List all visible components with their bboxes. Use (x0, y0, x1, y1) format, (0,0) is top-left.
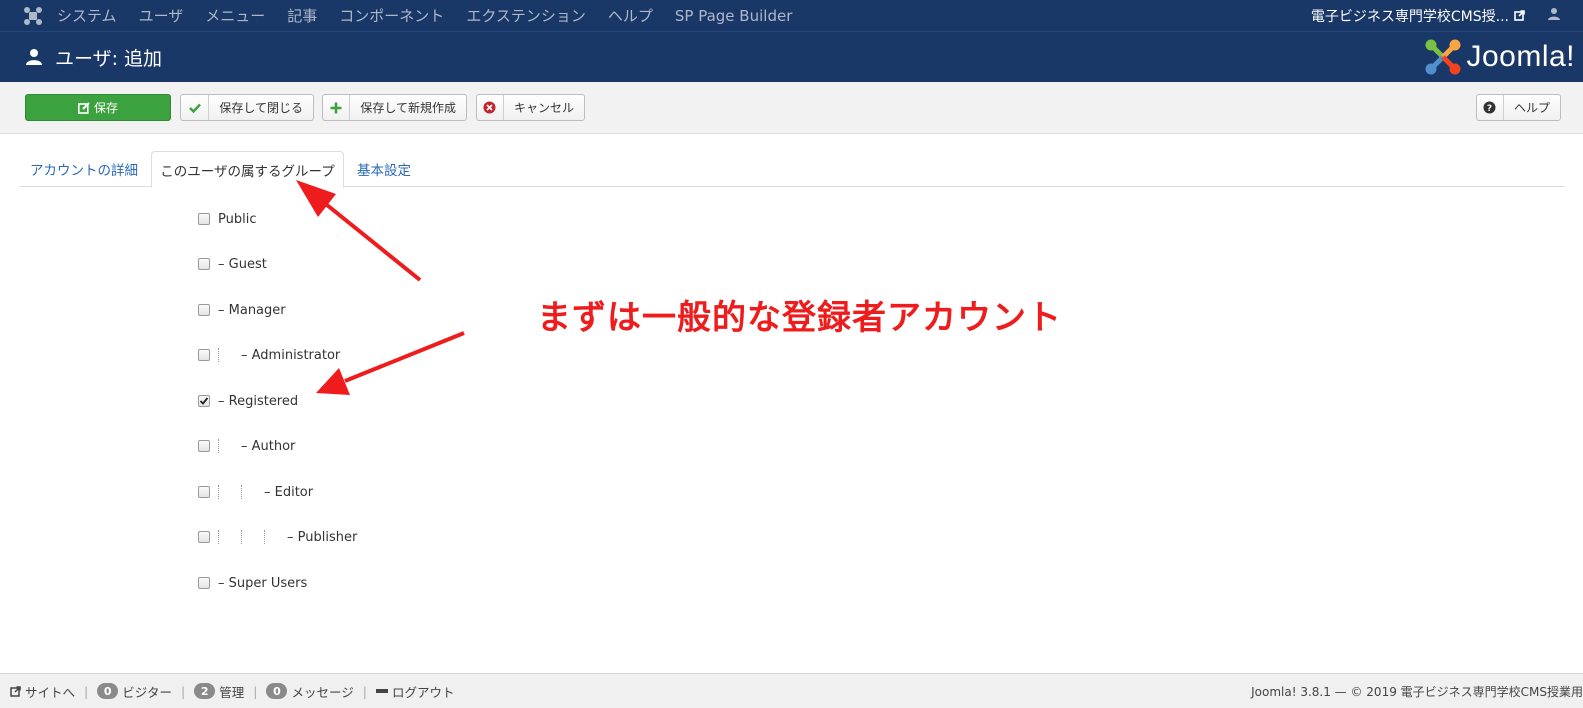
cancel-button[interactable]: キャンセル (476, 94, 585, 121)
status-bar: サイトへ | 0 ビジター | 2 管理 | 0 メッセージ | ログアウト J… (0, 673, 1583, 708)
joomla-wordmark: Joomla! (1466, 40, 1575, 73)
tree-indent (241, 530, 242, 544)
save-close-label: 保存して閉じる (219, 101, 303, 115)
edit-icon (77, 101, 90, 114)
joomla-logo-icon (1425, 39, 1461, 75)
cancel-label: キャンセル (513, 101, 574, 115)
toolbar: 保存 保存して閉じる 保存して新規作成 キャンセル ? ヘルプ (0, 82, 1583, 134)
logout-link[interactable]: ログアウト (375, 682, 455, 701)
admins-status[interactable]: 2 管理 (194, 682, 244, 701)
user-menu-icon[interactable] (1547, 7, 1561, 21)
visitors-label: ビジター (122, 684, 172, 700)
menu-sp-page-builder[interactable]: SP Page Builder (675, 7, 792, 25)
cancel-icon (483, 101, 496, 114)
tree-indent (241, 485, 242, 499)
tab-bar: アカウントの詳細 このユーザの属するグループ 基本設定 (20, 151, 1565, 188)
group-label[interactable]: Public (218, 212, 256, 227)
tree-indent (218, 530, 219, 544)
group-item-public: Public (198, 209, 256, 229)
group-item-super-users: – Super Users (198, 573, 307, 593)
tab-assigned-groups[interactable]: このユーザの属するグループ (151, 151, 344, 188)
view-site-label: サイトへ (25, 684, 76, 700)
question-icon: ? (1483, 101, 1496, 114)
group-item-manager: – Manager (198, 300, 286, 320)
group-label[interactable]: – Editor (264, 485, 313, 500)
group-checkbox-administrator[interactable] (198, 349, 210, 361)
group-checkbox-manager[interactable] (198, 304, 210, 316)
copyright-text: Joomla! 3.8.1 — © 2019 電子ビジネス専門学校CMS授業用 (1251, 684, 1583, 699)
group-checkbox-registered[interactable] (198, 395, 210, 407)
minus-icon (375, 689, 388, 693)
external-link-icon (1514, 10, 1525, 21)
group-item-editor: – Editor (198, 482, 313, 502)
messages-count-badge: 0 (266, 683, 288, 699)
group-checkbox-publisher[interactable] (198, 531, 210, 543)
group-checkbox-editor[interactable] (198, 486, 210, 498)
save-new-label: 保存して新規作成 (360, 101, 456, 115)
menu-content[interactable]: 記事 (287, 5, 317, 26)
user-icon (26, 49, 42, 65)
save-button[interactable]: 保存 (25, 94, 171, 121)
group-label[interactable]: – Super Users (218, 576, 307, 591)
site-link[interactable]: 電子ビジネス専門学校CMS授... (1311, 0, 1525, 31)
logout-label: ログアウト (391, 684, 455, 700)
menu-users[interactable]: ユーザ (139, 5, 184, 26)
group-label[interactable]: – Administrator (241, 348, 340, 363)
group-label[interactable]: – Registered (218, 394, 298, 409)
page-title: ユーザ: 追加 (55, 47, 163, 70)
group-checkbox-super-users[interactable] (198, 577, 210, 589)
group-checkbox-author[interactable] (198, 440, 210, 452)
admins-count-badge: 2 (194, 683, 216, 699)
tab-basic-settings[interactable]: 基本設定 (357, 151, 411, 187)
group-checkbox-public[interactable] (198, 213, 210, 225)
group-item-author: – Author (198, 436, 295, 456)
view-site-link[interactable]: サイトへ (10, 682, 75, 701)
plus-icon (330, 102, 342, 113)
group-label[interactable]: – Manager (218, 303, 286, 318)
group-item-registered: – Registered (198, 391, 298, 411)
visitors-count-badge: 0 (97, 683, 119, 699)
joomla-brand: Joomla! (1424, 38, 1575, 76)
menu-extensions[interactable]: エクステンション (466, 5, 586, 26)
group-item-publisher: – Publisher (198, 527, 357, 547)
help-button[interactable]: ? ヘルプ (1476, 94, 1561, 121)
menu-components[interactable]: コンポーネント (339, 5, 444, 26)
messages-status[interactable]: 0 メッセージ (266, 682, 354, 701)
group-checkbox-guest[interactable] (198, 258, 210, 270)
checkmark-icon (199, 397, 209, 405)
tree-indent (218, 485, 219, 499)
svg-text:?: ? (1487, 104, 1492, 114)
help-label: ヘルプ (1513, 101, 1550, 115)
tab-account-details[interactable]: アカウントの詳細 (30, 151, 138, 187)
save-label: 保存 (93, 101, 118, 115)
menu-menus[interactable]: メニュー (205, 5, 265, 26)
save-new-button[interactable]: 保存して新規作成 (322, 94, 467, 121)
admins-label: 管理 (219, 684, 245, 700)
group-label[interactable]: – Author (241, 439, 295, 454)
menu-system[interactable]: システム (57, 5, 117, 26)
joomla-menu-icon[interactable] (23, 6, 43, 26)
save-close-button[interactable]: 保存して閉じる (180, 94, 314, 121)
group-item-guest: – Guest (198, 254, 267, 274)
tree-indent (218, 348, 219, 362)
messages-label: メッセージ (291, 684, 354, 700)
external-link-icon (10, 685, 21, 697)
visitors-status[interactable]: 0 ビジター (97, 682, 172, 701)
page-header: ユーザ: 追加 Joomla! (0, 31, 1583, 82)
check-icon (188, 103, 201, 113)
arrow-to-tab (296, 180, 422, 282)
group-label[interactable]: – Publisher (287, 530, 357, 545)
tree-indent (218, 439, 219, 453)
top-navbar: システム ユーザ メニュー 記事 コンポーネント エクステンション ヘルプ SP… (0, 0, 1583, 31)
menu-help[interactable]: ヘルプ (608, 5, 653, 26)
site-name: 電子ビジネス専門学校CMS授... (1310, 8, 1509, 25)
tree-indent (264, 530, 265, 544)
annotation-text: まずは一般的な登録者アカウント (537, 298, 1062, 338)
group-item-administrator: – Administrator (198, 345, 340, 365)
group-label[interactable]: – Guest (218, 257, 267, 272)
admin-menu: システム ユーザ メニュー 記事 コンポーネント エクステンション ヘルプ SP… (57, 5, 814, 26)
